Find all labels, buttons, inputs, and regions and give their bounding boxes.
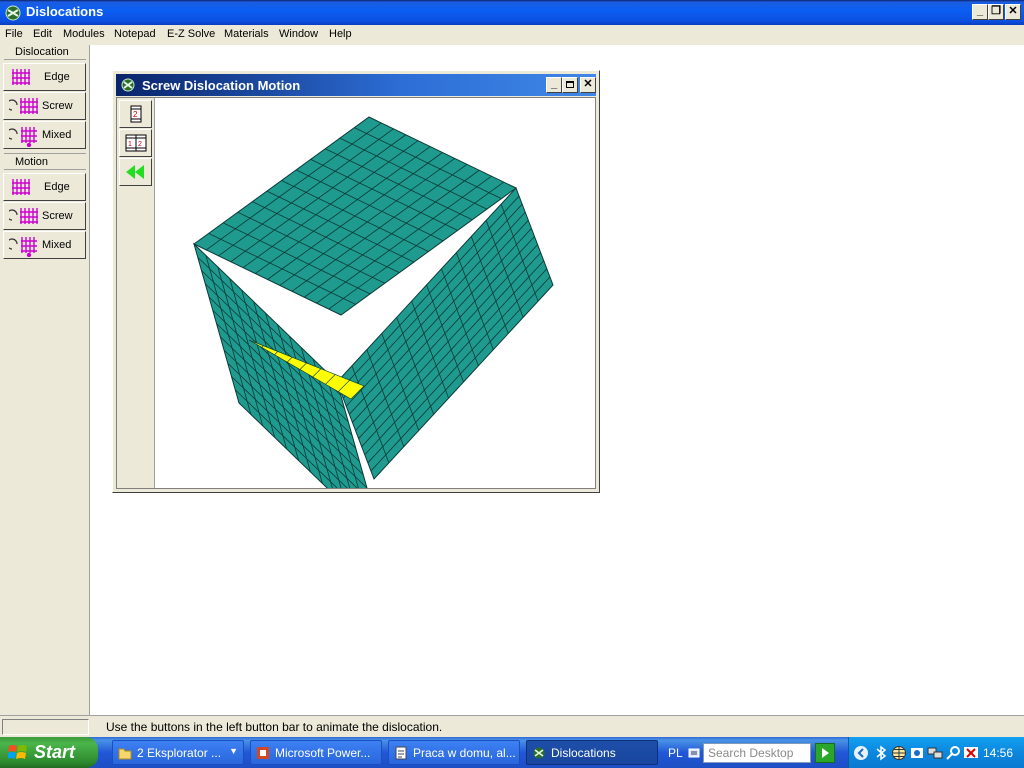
folder-icon — [118, 748, 132, 760]
button-label: Edge — [44, 181, 70, 193]
task-powerpoint[interactable]: Microsoft Power... — [250, 740, 382, 765]
app-title: Dislocations — [26, 4, 104, 19]
group-label-motion: Motion — [15, 156, 49, 168]
status-cell — [2, 719, 89, 735]
windows-logo-icon — [8, 745, 27, 759]
mixed-motion-icon — [9, 237, 37, 257]
network-icon[interactable] — [927, 745, 943, 761]
mixed-dislocation-icon — [9, 127, 37, 147]
menu-materials[interactable]: Materials — [224, 28, 269, 40]
task-label: Praca w domu, al... — [413, 746, 516, 760]
restore-button[interactable]: ❐ — [988, 4, 1004, 20]
menu-file[interactable]: File — [5, 28, 23, 40]
edge-dislocation-icon — [12, 69, 30, 85]
divider — [4, 169, 86, 170]
divider — [4, 59, 86, 60]
animate-frames-button[interactable]: 1 2 — [119, 129, 152, 157]
chevron-left-icon[interactable] — [853, 745, 869, 761]
dislocations-app-icon — [533, 747, 545, 759]
animation-toolbar: 2 1 2 — [117, 98, 155, 488]
menu-bar: File Edit Modules Notepad E-Z Solve Mate… — [0, 25, 1024, 45]
menu-edit[interactable]: Edit — [33, 28, 52, 40]
screw-dislocation-icon — [9, 98, 38, 114]
status-bar: Use the buttons in the left button bar t… — [0, 715, 1024, 737]
powerpoint-icon — [257, 747, 269, 759]
menu-ez-solve[interactable]: E-Z Solve — [167, 28, 215, 40]
search-desktop-input[interactable]: Search Desktop — [703, 743, 811, 763]
child-window-title: Screw Dislocation Motion — [142, 78, 301, 93]
status-message: Use the buttons in the left button bar t… — [106, 720, 443, 734]
app-title-bar: Dislocations _ ❐ ✕ — [0, 0, 1024, 25]
document-icon — [395, 746, 407, 760]
menu-notepad[interactable]: Notepad — [114, 28, 156, 40]
task-label: Microsoft Power... — [275, 746, 371, 760]
task-label: 2 Eksplorator ... — [137, 746, 222, 760]
search-go-button[interactable] — [815, 743, 835, 763]
motion-edge-button[interactable]: Edge — [3, 173, 86, 201]
taskbar: Start 2 Eksplorator ... ▼ Microsoft Powe… — [0, 737, 1024, 768]
child-maximize-button[interactable] — [562, 77, 578, 93]
globe-icon[interactable] — [891, 745, 907, 761]
svg-text:1: 1 — [128, 141, 132, 148]
svg-text:2: 2 — [138, 141, 142, 148]
button-label: Mixed — [42, 129, 72, 141]
bluetooth-icon[interactable] — [873, 745, 889, 761]
magnifier-icon[interactable] — [945, 745, 961, 761]
rewind-icon — [126, 165, 144, 179]
disk-icon[interactable] — [909, 745, 925, 761]
edge-motion-icon — [12, 179, 30, 195]
keyboard-icon[interactable] — [688, 747, 700, 759]
arrow-right-icon — [822, 748, 829, 758]
chevron-down-icon: ▼ — [229, 746, 238, 756]
task-explorer[interactable]: 2 Eksplorator ... ▼ — [112, 740, 244, 765]
language-indicator[interactable]: PL — [668, 746, 683, 760]
button-label: Screw — [42, 100, 73, 112]
child-minimize-button[interactable]: _ — [546, 77, 562, 93]
child-close-button[interactable]: ✕ — [580, 77, 596, 93]
single-frame-icon: 2 — [130, 105, 142, 123]
close-button[interactable]: ✕ — [1005, 4, 1021, 20]
menu-help[interactable]: Help — [329, 28, 352, 40]
button-label: Edge — [44, 71, 70, 83]
group-label-dislocation: Dislocation — [15, 46, 69, 58]
screw-motion-icon — [9, 208, 38, 224]
motion-mixed-button[interactable]: Mixed — [3, 231, 86, 259]
button-label: Mixed — [42, 239, 72, 251]
security-alert-icon[interactable] — [963, 745, 979, 761]
svg-text:2: 2 — [133, 110, 138, 119]
child-window-body: 2 1 2 — [116, 97, 596, 489]
motion-screw-button[interactable]: Screw — [3, 202, 86, 230]
task-label: Dislocations — [551, 746, 616, 760]
dislocation-screw-button[interactable]: Screw — [3, 92, 86, 120]
divider — [4, 153, 86, 154]
minimize-button[interactable]: _ — [972, 4, 988, 20]
search-placeholder: Search Desktop — [708, 746, 794, 760]
dislocation-edge-button[interactable]: Edge — [3, 63, 86, 91]
menu-modules[interactable]: Modules — [63, 28, 105, 40]
menu-window[interactable]: Window — [279, 28, 318, 40]
start-label: Start — [34, 742, 76, 762]
task-dislocations[interactable]: Dislocations — [526, 740, 658, 765]
rewind-button[interactable] — [119, 158, 152, 186]
start-button[interactable]: Start — [0, 737, 98, 768]
left-button-bar: Dislocation Edge Screw Mixed Motion Edge — [0, 45, 89, 715]
animate-frames-icon: 1 2 — [125, 134, 147, 152]
child-title-bar[interactable]: Screw Dislocation Motion _ ✕ — [116, 74, 596, 96]
system-tray: 14:56 — [848, 737, 1024, 768]
button-label: Screw — [42, 210, 73, 222]
dislocation-mixed-button[interactable]: Mixed — [3, 121, 86, 149]
task-document[interactable]: Praca w domu, al... — [388, 740, 520, 765]
screw-dislocation-cube-view — [193, 116, 554, 488]
clock: 14:56 — [983, 746, 1014, 760]
dislocations-app-icon — [121, 78, 135, 92]
single-frame-button[interactable]: 2 — [119, 100, 152, 128]
screw-dislocation-window[interactable]: Screw Dislocation Motion _ ✕ 2 1 2 — [112, 70, 600, 493]
dislocations-app-icon — [5, 5, 21, 21]
